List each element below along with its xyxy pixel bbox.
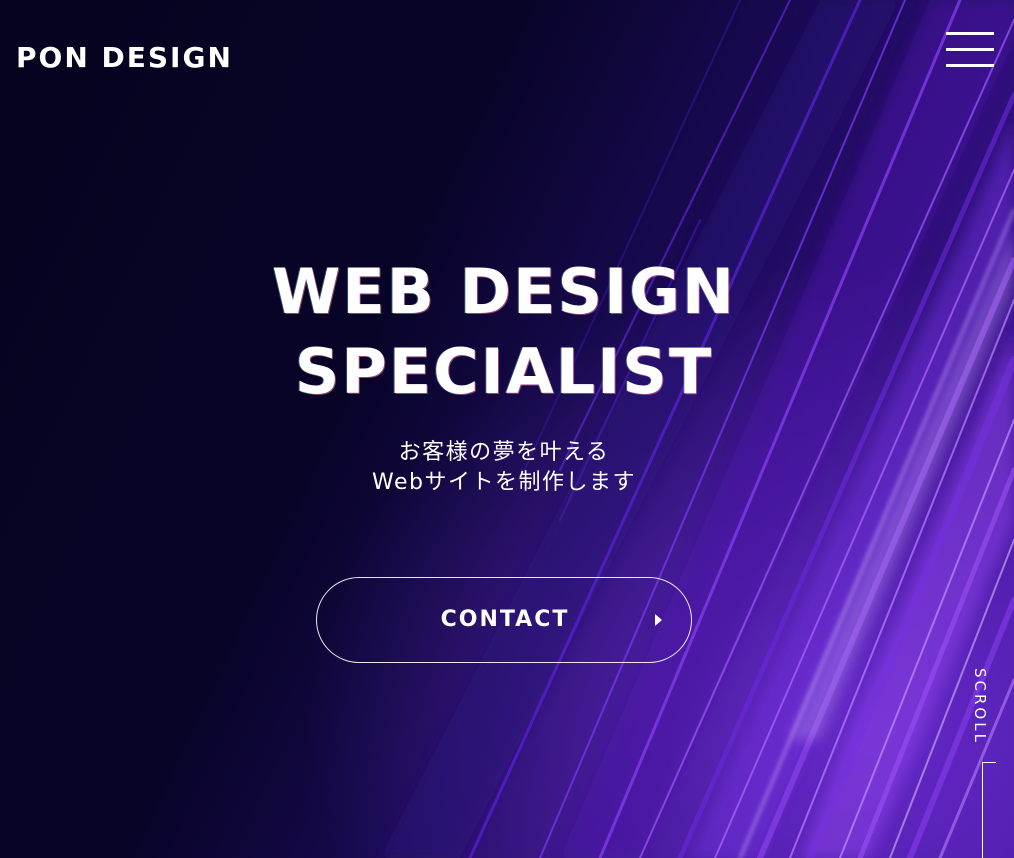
scroll-line-tick	[982, 762, 996, 763]
hero-background-streaks	[0, 0, 1014, 858]
menu-bar-top	[946, 32, 994, 35]
scroll-label: SCROLL	[971, 668, 989, 745]
menu-bar-bottom	[946, 64, 994, 67]
triangle-right-icon	[655, 614, 662, 626]
hero-subtitle-line2: Webサイトを制作します	[372, 470, 636, 495]
hero-subtitle-line1: お客様の夢を叶える	[398, 440, 610, 465]
contact-button-label: CONTACT	[440, 607, 570, 632]
menu-bar-middle	[946, 48, 994, 51]
hero-title: WEB DESIGN SPECIALIST	[0, 252, 1008, 412]
scroll-line	[982, 762, 983, 858]
contact-button[interactable]: CONTACT	[316, 577, 692, 663]
hamburger-menu-icon[interactable]	[946, 30, 994, 70]
hero-title-line1: WEB DESIGN	[272, 255, 736, 328]
scroll-indicator[interactable]: SCROLL	[966, 668, 996, 858]
hero-title-line2: SPECIALIST	[294, 335, 714, 408]
site-logo[interactable]: PON DESIGN	[16, 44, 233, 72]
hero-subtitle: お客様の夢を叶える Webサイトを制作します	[0, 438, 1008, 498]
